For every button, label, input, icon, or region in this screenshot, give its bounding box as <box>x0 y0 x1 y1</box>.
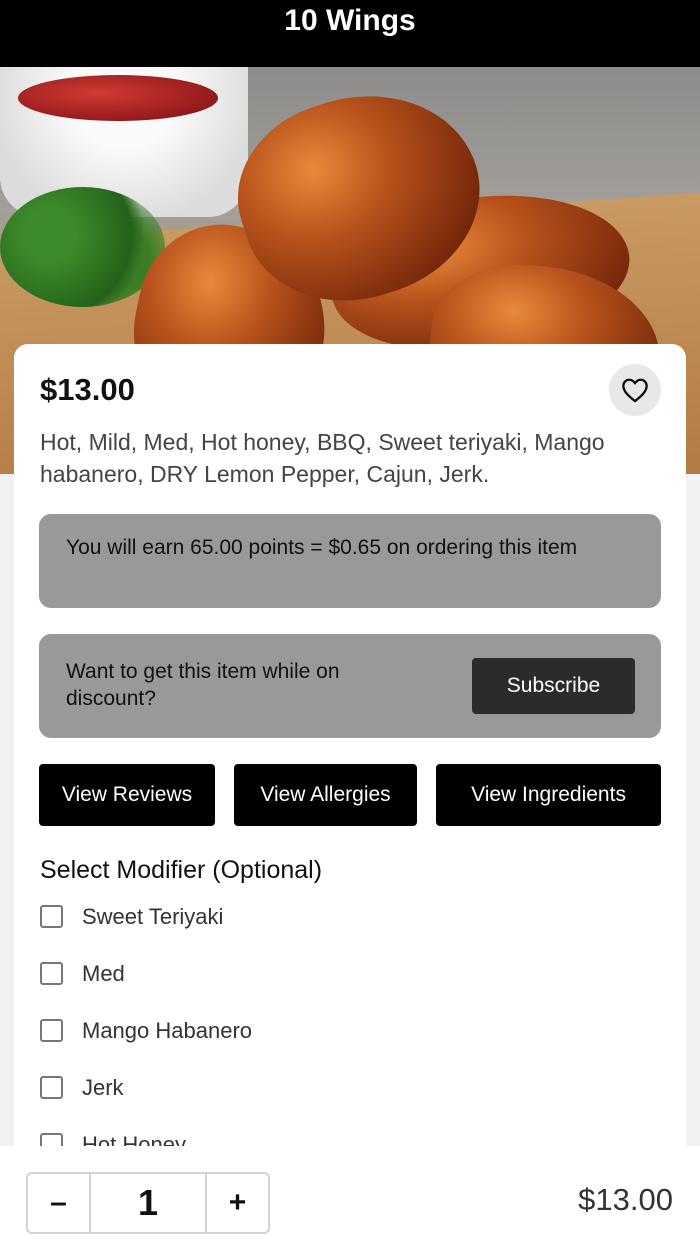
cart-total: $13.00 <box>578 1182 673 1217</box>
subscribe-banner: Want to get this item while on discount?… <box>39 634 661 738</box>
page-title: 10 Wings <box>284 4 416 37</box>
favorite-button[interactable] <box>609 364 661 416</box>
increase-quantity-button[interactable]: + <box>207 1174 268 1232</box>
item-details-card: $13.00 Hot, Mild, Med, Hot honey, BBQ, S… <box>14 344 686 1164</box>
subscribe-banner-text: Want to get this item while on discount? <box>66 660 340 710</box>
photo-sauce <box>18 75 218 121</box>
top-bar: 10 Wings <box>0 0 700 67</box>
modifier-label: Med <box>82 961 125 986</box>
modifier-label: Mango Habanero <box>82 1018 253 1043</box>
item-price: $13.00 <box>40 372 135 407</box>
item-description: Hot, Mild, Med, Hot honey, BBQ, Sweet te… <box>40 429 605 487</box>
modifier-checkbox[interactable] <box>40 962 63 985</box>
modifier-checkbox[interactable] <box>40 1076 63 1099</box>
modifier-checkbox[interactable] <box>40 1133 63 1146</box>
modifier-item[interactable]: Hot Honey <box>40 1130 640 1146</box>
modifier-checkbox[interactable] <box>40 1019 63 1042</box>
cart-bar: – 1 + $13.00 <box>0 1146 700 1244</box>
modifier-label: Hot Honey <box>82 1132 186 1146</box>
modifier-label: Jerk <box>82 1075 124 1100</box>
modifier-list: Sweet Teriyaki Med Mango Habanero Jerk H… <box>40 902 640 1146</box>
decrease-quantity-button[interactable]: – <box>28 1174 89 1232</box>
modifier-item[interactable]: Mango Habanero <box>40 1016 640 1073</box>
view-ingredients-button[interactable]: View Ingredients <box>436 764 661 826</box>
view-reviews-button[interactable]: View Reviews <box>39 764 215 826</box>
modifier-label: Sweet Teriyaki <box>82 904 224 929</box>
modifier-item[interactable]: Med <box>40 959 640 1016</box>
modifier-checkbox[interactable] <box>40 905 63 928</box>
modifier-section-title: Select Modifier (Optional) <box>40 856 323 884</box>
modifier-item[interactable]: Sweet Teriyaki <box>40 902 640 959</box>
points-banner: You will earn 65.00 points = $0.65 on or… <box>39 514 661 608</box>
quantity-value: 1 <box>89 1174 207 1232</box>
heart-outline-icon <box>622 378 648 403</box>
view-allergies-button[interactable]: View Allergies <box>234 764 417 826</box>
subscribe-button[interactable]: Subscribe <box>472 658 635 714</box>
quantity-stepper: – 1 + <box>26 1172 270 1234</box>
modifier-item[interactable]: Jerk <box>40 1073 640 1130</box>
